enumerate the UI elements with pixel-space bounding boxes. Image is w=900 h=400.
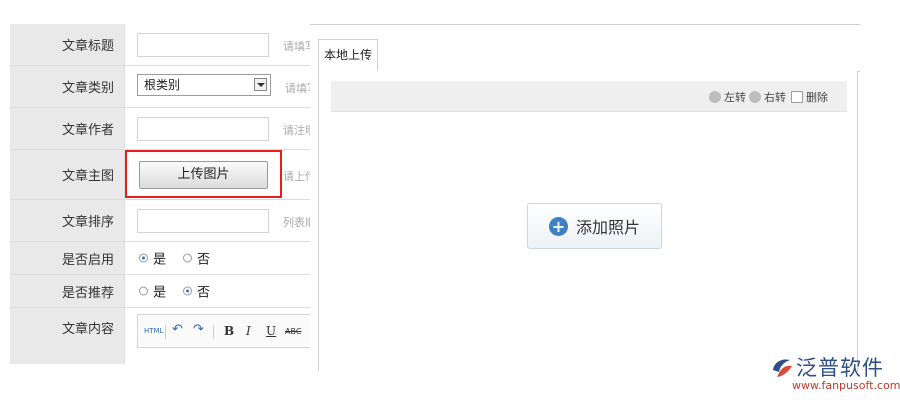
enabled-field-cell: 是 否 [125, 242, 310, 274]
title-input[interactable] [137, 33, 269, 57]
italic-button[interactable]: I [246, 324, 251, 338]
content-label: 文章内容 [10, 308, 125, 364]
upload-image-button[interactable]: 上传图片 [139, 161, 268, 189]
category-select-value: 根类别 [144, 78, 181, 92]
form-row-recommended: 是否推荐 是 否 [10, 275, 310, 308]
upload-highlight-box: 上传图片 [125, 150, 282, 198]
radio-unchecked-icon [139, 286, 148, 296]
sort-hint: 列表顺 [283, 216, 310, 229]
sort-field-cell: 列表顺 [125, 200, 310, 241]
main-image-hint: 请上传 [283, 170, 310, 183]
plus-circle-icon: + [548, 216, 568, 236]
recommended-no-label: 否 [197, 285, 211, 301]
form-row-sort: 文章排序 列表顺 [10, 200, 310, 242]
logo-name: 泛普软件 [796, 356, 884, 380]
tab-local-upload[interactable]: 本地上传 [318, 39, 378, 71]
recommended-yes-label: 是 [153, 285, 167, 301]
rotate-left-icon [709, 91, 721, 103]
logo-url: www.fanpusoft.com [792, 379, 900, 392]
author-field-cell: 请注明 [125, 108, 310, 149]
toolbar-divider [213, 325, 214, 339]
html-source-button[interactable]: HTML [144, 327, 163, 335]
enabled-yes-label: 是 [153, 252, 167, 268]
strikethrough-button[interactable]: ABC [285, 327, 301, 336]
rich-text-editor[interactable]: HTML ↶ ↷ B I U ABC [137, 314, 310, 348]
main-image-label: 文章主图 [10, 150, 125, 199]
enabled-no-label: 否 [197, 252, 211, 268]
form-row-category: 文章类别 根类别 请填写 [10, 66, 310, 108]
image-upload-dialog: 本地上传 左转 右转 删除 + 添加照片 [310, 24, 860, 371]
content-field-cell: HTML ↶ ↷ B I U ABC [125, 308, 310, 364]
recommended-no-radio[interactable]: 否 [183, 282, 210, 301]
form-row-author: 文章作者 请注明 [10, 108, 310, 150]
category-select[interactable]: 根类别 [137, 74, 271, 96]
radio-checked-icon [183, 286, 192, 296]
form-row-enabled: 是否启用 是 否 [10, 242, 310, 275]
form-row-title: 文章标题 请填写 [10, 24, 310, 66]
bold-button[interactable]: B [224, 324, 234, 338]
author-input[interactable] [137, 117, 269, 141]
fanpusoft-logo: 泛普软件 www.fanpusoft.com [770, 352, 900, 396]
underline-button[interactable]: U [266, 324, 276, 338]
delete-button[interactable]: 删除 [791, 89, 828, 105]
rotate-left-label: 左转 [724, 91, 746, 104]
dialog-tab-bar: 本地上传 [318, 35, 860, 72]
recommended-field-cell: 是 否 [125, 275, 310, 307]
category-label: 文章类别 [10, 66, 125, 107]
rotate-right-label: 右转 [764, 91, 786, 104]
redo-icon[interactable]: ↷ [193, 322, 204, 337]
sort-input[interactable] [137, 209, 269, 233]
add-photo-label: 添加照片 [575, 218, 640, 237]
form-row-content: 文章内容 HTML ↶ ↷ B I U ABC [10, 308, 310, 364]
undo-icon[interactable]: ↶ [172, 322, 183, 337]
category-field-cell: 根类别 请填写 [125, 66, 310, 107]
delete-icon [791, 91, 803, 103]
author-label: 文章作者 [10, 108, 125, 149]
title-field-cell: 请填写 [125, 24, 310, 65]
recommended-yes-radio[interactable]: 是 [139, 282, 166, 301]
title-label: 文章标题 [10, 24, 125, 65]
radio-unchecked-icon [183, 253, 192, 263]
chevron-down-icon[interactable] [254, 78, 267, 91]
form-row-main-image: 文章主图 上传图片 请上传 [10, 150, 310, 200]
enabled-label: 是否启用 [10, 242, 125, 274]
main-image-field-cell: 上传图片 请上传 [125, 150, 310, 199]
rotate-right-icon [749, 91, 761, 103]
category-hint: 请填写 [285, 82, 310, 95]
sort-label: 文章排序 [10, 200, 125, 241]
rotate-right-button[interactable]: 右转 [749, 89, 786, 105]
title-hint: 请填写 [283, 40, 310, 53]
recommended-label: 是否推荐 [10, 275, 125, 307]
enabled-no-radio[interactable]: 否 [183, 249, 210, 268]
rotate-left-button[interactable]: 左转 [709, 89, 746, 105]
enabled-yes-radio[interactable]: 是 [139, 249, 166, 268]
add-photo-button[interactable]: + 添加照片 [527, 203, 662, 249]
toolbar-divider [165, 325, 166, 339]
upload-panel: 左转 右转 删除 + 添加照片 [318, 71, 858, 371]
logo-mark-icon [773, 359, 792, 377]
article-form: 文章标题 请填写 文章类别 根类别 请填写 文章作者 请注明 文章主图 上传图片 [10, 24, 310, 364]
author-hint: 请注明 [283, 124, 310, 137]
delete-label: 删除 [806, 91, 828, 104]
image-toolbar: 左转 右转 删除 [331, 81, 847, 112]
radio-checked-icon [139, 253, 148, 263]
